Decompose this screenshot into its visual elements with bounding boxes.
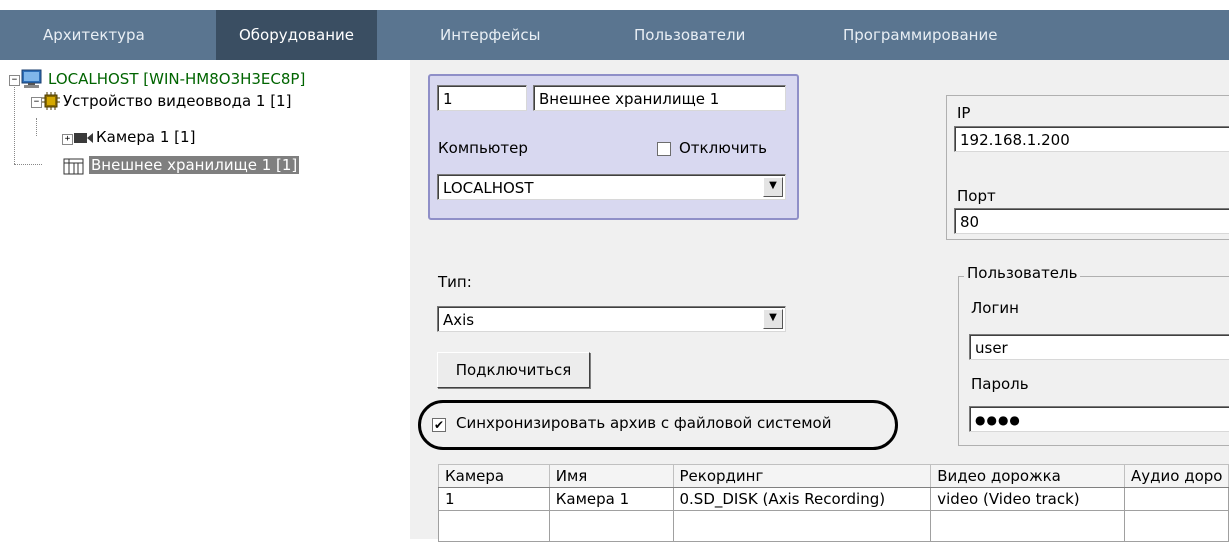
port-field[interactable]: 80 xyxy=(954,208,1229,234)
disable-checkbox[interactable] xyxy=(657,142,671,156)
table-header-row: Камера Имя Рекординг Видео дорожка Аудио… xyxy=(438,464,1229,488)
tree-root-expander[interactable]: − xyxy=(9,75,20,86)
type-dropdown-arrow-icon[interactable]: ▼ xyxy=(763,309,783,329)
tree-item-camera-label: Камера 1 [1] xyxy=(96,128,196,146)
object-name-field[interactable]: Внешнее хранилище 1 xyxy=(533,85,786,111)
table-cell: 1 xyxy=(438,487,550,511)
computer-label: Компьютер xyxy=(438,139,528,157)
type-select[interactable]: Axis xyxy=(437,306,786,332)
column-header-audio-track[interactable]: Аудио доро xyxy=(1124,464,1229,488)
column-header-video-track[interactable]: Видео дорожка xyxy=(930,464,1125,488)
table-cell: Камера 1 xyxy=(548,487,674,511)
column-header-name[interactable]: Имя xyxy=(548,464,674,488)
tree-item-video-device-label: Устройство видеоввода 1 [1] xyxy=(63,92,292,110)
table-row-empty xyxy=(438,510,1229,542)
user-group-label: Пользователь xyxy=(964,264,1081,282)
chip-icon xyxy=(42,92,60,110)
recording-tracks-table: Камера Имя Рекординг Видео дорожка Аудио… xyxy=(438,464,1229,542)
tree-item-external-storage-label: Внешнее хранилище 1 [1] xyxy=(89,156,300,174)
storage-icon xyxy=(63,158,84,175)
menu-tab-users[interactable]: Пользователи xyxy=(634,10,745,60)
tree-camera-expander[interactable]: + xyxy=(62,134,73,145)
table-cell: video (Video track) xyxy=(930,487,1125,511)
password-field[interactable]: ●●●● xyxy=(969,406,1229,432)
login-label: Логин xyxy=(971,299,1019,317)
highlight-oval xyxy=(418,400,898,450)
menu-tab-equipment[interactable]: Оборудование xyxy=(216,10,377,60)
camera-icon xyxy=(74,133,93,143)
computer-icon xyxy=(21,69,42,88)
computer-select[interactable]: LOCALHOST xyxy=(437,174,786,200)
table-cell xyxy=(1124,487,1229,511)
column-header-camera[interactable]: Камера xyxy=(438,464,550,488)
password-label: Пароль xyxy=(971,375,1029,393)
main-menu-bar: Архитектура Оборудование Интерфейсы Поль… xyxy=(0,10,1229,60)
tree-item-localhost-label: LOCALHOST [WIN-HM8O3H3EC8P] xyxy=(48,70,306,88)
port-label: Порт xyxy=(957,187,996,205)
connect-button[interactable]: Подключиться xyxy=(437,352,590,388)
ip-label: IP xyxy=(957,104,971,122)
disable-label: Отключить xyxy=(679,139,768,157)
tree-connector xyxy=(14,80,15,164)
type-label: Тип: xyxy=(438,273,472,291)
computer-dropdown-arrow-icon[interactable]: ▼ xyxy=(763,177,783,197)
menu-tab-interfaces[interactable]: Интерфейсы xyxy=(440,10,540,60)
tree-connector xyxy=(14,164,42,165)
tree-item-camera[interactable]: Камера 1 [1] xyxy=(96,126,195,148)
tree-item-video-device[interactable]: Устройство видеоввода 1 [1] xyxy=(63,90,291,112)
menu-tab-programming[interactable]: Программирование xyxy=(843,10,997,60)
tree-connector xyxy=(36,118,37,136)
ip-field[interactable]: 192.168.1.200 xyxy=(954,126,1229,152)
tree-item-external-storage[interactable]: Внешнее хранилище 1 [1] xyxy=(89,154,300,176)
column-header-recording[interactable]: Рекординг xyxy=(672,464,932,488)
table-cell: 0.SD_DISK (Axis Recording) xyxy=(672,487,932,511)
object-id-field[interactable]: 1 xyxy=(437,85,527,111)
table-row[interactable]: 1 Камера 1 0.SD_DISK (Axis Recording) vi… xyxy=(438,487,1229,511)
login-field[interactable]: user xyxy=(969,334,1229,360)
tree-item-localhost[interactable]: LOCALHOST [WIN-HM8O3H3EC8P] xyxy=(48,68,305,90)
menu-tab-architecture[interactable]: Архитектура xyxy=(43,10,145,60)
object-tree: − LOCALHOST [WIN-HM8O3H3EC8P] − Устройст… xyxy=(0,66,410,539)
